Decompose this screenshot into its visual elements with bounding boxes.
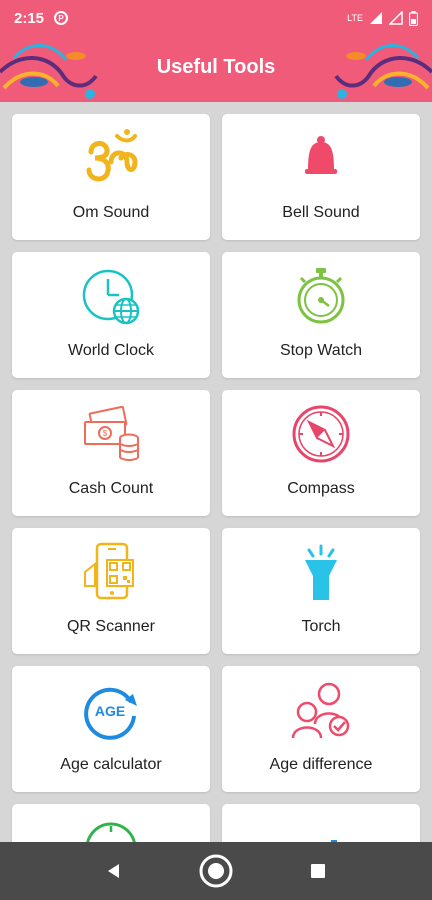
tool-card-partial-left[interactable] <box>12 804 210 842</box>
age-calculator-icon: AGE <box>84 687 137 740</box>
age-icon-text: AGE <box>95 703 125 719</box>
tool-card-partial-right[interactable] <box>222 804 420 842</box>
tool-card-age-calculator[interactable]: AGE Age calculator <box>12 666 210 792</box>
status-time: 2:15 <box>14 9 45 27</box>
tools-grid: Om Sound Bell Sound World Clock Stop Wat… <box>0 102 432 842</box>
cash-icon: $ <box>84 405 139 461</box>
recents-icon <box>311 864 325 878</box>
back-button[interactable] <box>94 851 134 891</box>
tool-label: Cash Count <box>68 480 154 497</box>
home-button[interactable] <box>196 851 236 891</box>
world-clock-icon <box>82 269 140 325</box>
svg-text:$: $ <box>103 429 108 438</box>
tool-card-om-sound[interactable]: Om Sound <box>12 114 210 240</box>
tool-label: Age calculator <box>60 756 162 773</box>
battery-icon <box>409 10 418 26</box>
back-icon <box>108 864 119 878</box>
torch-icon <box>305 544 337 600</box>
age-difference-icon <box>291 682 350 739</box>
tool-card-age-difference[interactable]: Age difference <box>222 666 420 792</box>
tool-label: Compass <box>287 480 355 497</box>
compass-icon <box>292 405 350 463</box>
tool-label: World Clock <box>68 342 154 359</box>
qr-scanner-icon <box>84 542 134 600</box>
tool-card-qr-scanner[interactable]: QR Scanner <box>12 528 210 654</box>
partial-blue-icon <box>331 840 337 842</box>
partial-green-icon <box>86 822 136 842</box>
tool-label: Torch <box>301 618 341 635</box>
status-icons: LTE <box>347 10 418 26</box>
om-icon <box>86 129 138 182</box>
stopwatch-icon <box>297 268 345 324</box>
signal-icon <box>370 12 382 24</box>
recents-button[interactable] <box>298 851 338 891</box>
tool-card-bell-sound[interactable]: Bell Sound <box>222 114 420 240</box>
app-notification-icon: P <box>54 11 69 25</box>
tool-card-torch[interactable]: Torch <box>222 528 420 654</box>
status-bar: 2:15 P LTE <box>0 0 432 36</box>
tool-label: QR Scanner <box>66 618 156 635</box>
system-nav-bar <box>0 842 432 900</box>
signal-empty-icon <box>389 11 403 25</box>
tool-card-world-clock[interactable]: World Clock <box>12 252 210 378</box>
tool-label: Bell Sound <box>282 204 360 221</box>
app-bar: Useful Tools <box>0 36 432 102</box>
tool-card-cash-count[interactable]: $ Cash Count <box>12 390 210 516</box>
tool-label: Om Sound <box>72 204 150 221</box>
home-icon <box>199 854 233 888</box>
tool-card-compass[interactable]: Compass <box>222 390 420 516</box>
tool-card-stop-watch[interactable]: Stop Watch <box>222 252 420 378</box>
network-type-label: LTE <box>347 13 363 23</box>
decorative-swirl-right-icon <box>334 44 432 99</box>
bell-icon <box>305 136 337 174</box>
tool-label: Age difference <box>269 756 373 773</box>
tool-label: Stop Watch <box>279 342 363 359</box>
